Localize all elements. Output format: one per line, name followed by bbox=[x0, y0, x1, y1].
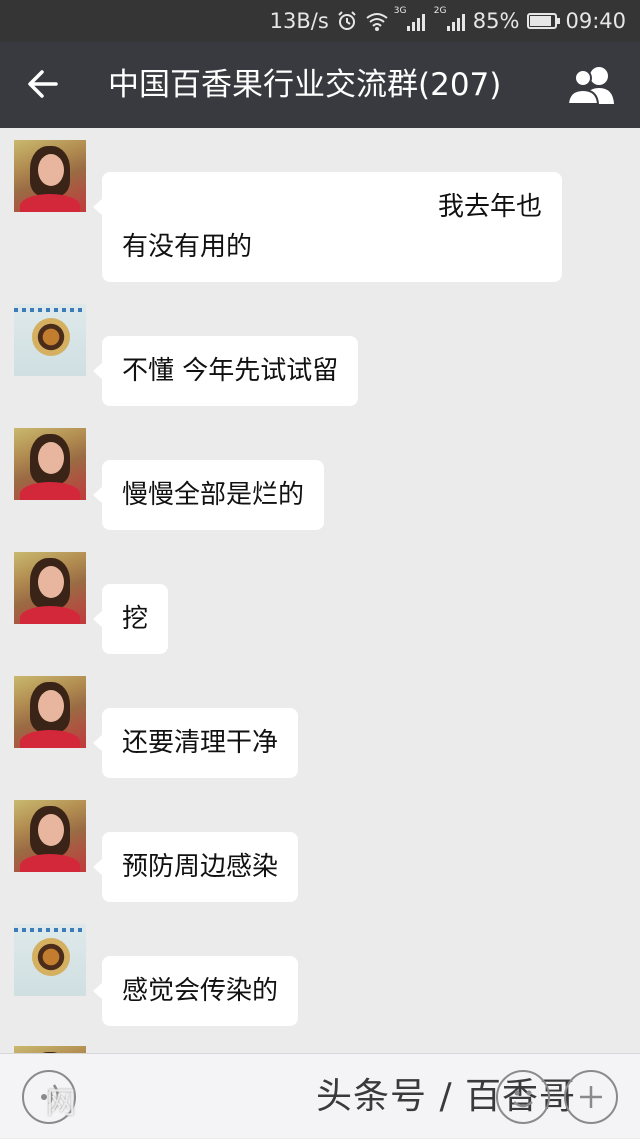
avatar[interactable] bbox=[14, 800, 86, 872]
avatar[interactable] bbox=[14, 140, 86, 212]
avatar[interactable] bbox=[14, 1046, 86, 1053]
message-text: 还要清理干净 bbox=[122, 728, 279, 758]
status-icons: 13B/s 3G 2G 85% 09:40 bbox=[270, 0, 626, 42]
signal-icon: 3G bbox=[394, 6, 425, 31]
avatar[interactable] bbox=[14, 676, 86, 748]
emoji-button[interactable] bbox=[496, 1070, 550, 1124]
wifi-icon bbox=[366, 13, 388, 31]
message-bubble[interactable]: 感觉会传染的 bbox=[92, 956, 299, 1026]
message-bubble[interactable]: 不懂 今年先试试留 bbox=[92, 336, 359, 406]
message-text: 不懂 今年先试试留 bbox=[122, 356, 339, 386]
input-bar: 网 头条号 / 百香哥 bbox=[0, 1053, 640, 1138]
back-arrow-icon[interactable] bbox=[22, 62, 66, 106]
message-text: 挖 bbox=[122, 604, 149, 634]
message-bubble[interactable]: 挖 bbox=[92, 584, 169, 654]
sim2-type: 2G bbox=[433, 6, 447, 16]
message-text: 我去年也 bbox=[437, 192, 542, 222]
avatar[interactable] bbox=[14, 428, 86, 500]
battery-percent: 85% bbox=[472, 9, 520, 33]
emoji-icon bbox=[513, 1090, 533, 1108]
message-bubble[interactable]: 我去年也 有没有用的 bbox=[93, 172, 562, 282]
message-text: 感觉会传染的 bbox=[122, 976, 279, 1006]
clock: 09:40 bbox=[565, 9, 626, 33]
signal-icon: 2G bbox=[434, 6, 465, 31]
status-bar: 13B/s 3G 2G 85% 09:40 bbox=[0, 0, 640, 42]
message-text: 慢慢全部是烂的 bbox=[122, 480, 305, 510]
chat-title: 中国百香果行业交流群(207) bbox=[108, 67, 502, 103]
message-bubble[interactable]: 慢慢全部是烂的 bbox=[92, 460, 325, 530]
group-members-icon[interactable] bbox=[566, 64, 618, 106]
message-list[interactable]: 我去年也 有没有用的 不懂 今年先试试留 慢慢全部是烂的 挖 还要清理干净 预防… bbox=[0, 128, 640, 1053]
avatar[interactable] bbox=[14, 924, 86, 996]
sim1-type: 3G bbox=[393, 6, 407, 16]
left-watermark: 网 bbox=[46, 1086, 76, 1121]
alarm-icon bbox=[338, 11, 356, 30]
message-text: 有没有用的 bbox=[122, 232, 253, 262]
net-speed: 13B/s bbox=[269, 9, 329, 33]
battery-icon bbox=[527, 13, 561, 29]
chat-header: 中国百香果行业交流群(207) bbox=[0, 42, 640, 128]
battery-fill bbox=[530, 16, 551, 26]
more-button[interactable] bbox=[564, 1070, 618, 1124]
plus-icon bbox=[580, 1086, 602, 1108]
message-bubble[interactable]: 还要清理干净 bbox=[92, 708, 299, 778]
avatar[interactable] bbox=[14, 304, 86, 376]
avatar[interactable] bbox=[14, 552, 86, 624]
message-bubble[interactable]: 预防周边感染 bbox=[92, 832, 299, 902]
message-text: 预防周边感染 bbox=[122, 852, 279, 882]
